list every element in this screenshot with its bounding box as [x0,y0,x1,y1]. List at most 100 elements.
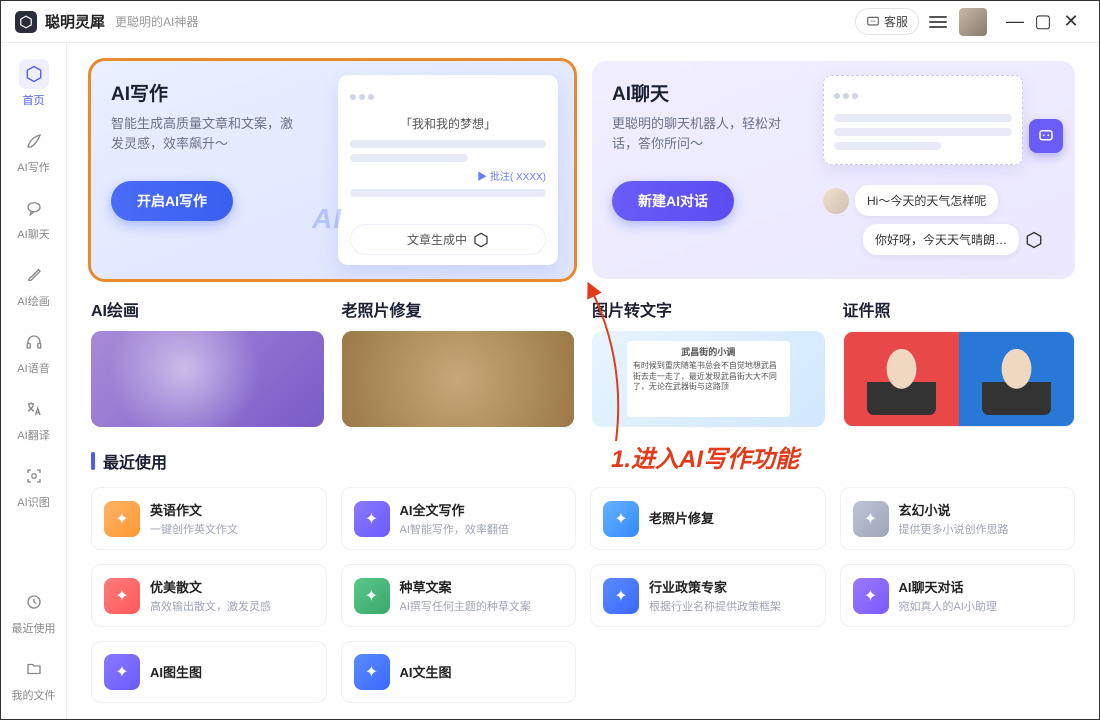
ocr-doc-body: 有时候到重庆随笔书总会不自觉地想武昌街去走一走了，最近发现武昌街大大不同了，无论… [633,361,784,392]
sidebar-item-writing[interactable]: AI写作 [1,120,66,181]
recent-item-sub: AI智能写作，效率翻倍 [400,521,509,537]
scan-icon [19,461,49,491]
start-writing-button[interactable]: 开启AI写作 [111,181,233,221]
sidebar-item-files[interactable]: 我的文件 [1,648,66,709]
recent-item-icon: ✦ [853,578,889,614]
sidebar-label: AI翻译 [17,427,49,443]
sidebar-item-voice[interactable]: AI语音 [1,321,66,382]
sidebar-label: 最近使用 [12,620,56,636]
recent-item-icon: ✦ [104,578,140,614]
support-button[interactable]: 客服 [855,8,919,35]
recent-item[interactable]: ✦ AI聊天对话 宛如真人的AI小助理 [840,564,1076,627]
tile-painting[interactable]: AI绘画 [91,297,324,427]
user-avatar[interactable] [959,8,987,36]
tile-idphoto[interactable]: 证件照 [843,297,1076,427]
brush-icon [19,260,49,290]
pen-icon [19,126,49,156]
recent-item[interactable]: ✦ 行业政策专家 根据行业名称提供政策框架 [590,564,826,627]
app-subtitle: 更聪明的AI神器 [115,13,198,30]
sidebar-item-recent[interactable]: 最近使用 [1,581,66,642]
chat-icon [19,193,49,223]
recent-item-sub: 根据行业名称提供政策框架 [649,598,781,614]
recent-item[interactable]: ✦ 老照片修复 [590,487,826,550]
recent-section-head: 最近使用 [91,449,1075,473]
tile-image [843,331,1076,427]
hexagon-icon [1025,231,1043,249]
recent-item-title: AI图生图 [150,662,202,681]
recent-item-sub: AI撰写任何主题的种草文案 [400,598,531,614]
recent-item[interactable]: ✦ 优美散文 高效输出散文，激发灵感 [91,564,327,627]
hero-card-chat[interactable]: AI聊天 更聪明的聊天机器人，轻松对话，答你所问～ 新建AI对话 [592,61,1075,279]
close-button[interactable]: ✕ [1057,11,1085,32]
writing-mock-preview: AI 「我和我的梦想」 ▶ 批注( XXXX) 文章生成中 [338,75,558,265]
menu-button[interactable] [929,13,947,31]
recent-item-icon: ✦ [104,501,140,537]
recent-item-icon: ✦ [104,654,140,690]
sidebar-label: AI写作 [17,159,49,175]
chat-bubble-icon [1029,119,1063,153]
recent-item[interactable]: ✦ AI全文写作 AI智能写作，效率翻倍 [341,487,577,550]
recent-item[interactable]: ✦ 玄幻小说 提供更多小说创作思路 [840,487,1076,550]
sidebar-item-home[interactable]: 首页 [1,53,66,114]
recent-item-title: 优美散文 [150,577,271,596]
tile-title: 老照片修复 [342,297,575,321]
sidebar-label: AI语音 [17,360,49,376]
recent-item[interactable]: ✦ 种草文案 AI撰写任何主题的种草文案 [341,564,577,627]
recent-item-icon: ✦ [354,578,390,614]
recent-item[interactable]: ✦ AI文生图 [341,641,577,703]
recent-item-sub: 提供更多小说创作思路 [899,521,1009,537]
recent-item-title: AI文生图 [400,662,452,681]
clock-icon [19,587,49,617]
recent-item[interactable]: ✦ 英语作文 一键创作英文作文 [91,487,327,550]
tile-title: 图片转文字 [592,297,825,321]
sidebar-item-chat[interactable]: AI聊天 [1,187,66,248]
sidebar-label: AI聊天 [17,226,49,242]
recent-item-title: AI聊天对话 [899,577,997,596]
recent-item-title: AI全文写作 [400,500,509,519]
recent-item-title: 老照片修复 [649,508,714,527]
app-name: 聪明灵犀 [45,11,105,32]
folder-icon [19,654,49,684]
hexagon-icon [473,232,489,248]
recent-item-icon: ✦ [354,654,390,690]
ocr-doc-title: 武昌街的小调 [633,347,784,359]
section-title: 最近使用 [103,449,167,473]
chat-bubble: Hi～今天的天气怎样呢 [855,185,998,216]
sidebar-label: 首页 [23,92,45,108]
tile-ocr[interactable]: 图片转文字 武昌街的小调 有时候到重庆随笔书总会不自觉地想武昌街去走一走了，最近… [592,297,825,427]
main-content: AI写作 智能生成高质量文章和文案，激发灵感，效率飙升～ 开启AI写作 AI 「… [67,43,1099,719]
support-label: 客服 [884,13,908,30]
sidebar-item-painting[interactable]: AI绘画 [1,254,66,315]
new-chat-button[interactable]: 新建AI对话 [612,181,734,221]
app-logo [15,11,37,33]
tile-image: 武昌街的小调 有时候到重庆随笔书总会不自觉地想武昌街去走一走了，最近发现武昌街大… [592,331,825,427]
recent-grid: ✦ 英语作文 一键创作英文作文 ✦ AI全文写作 AI智能写作，效率翻倍 ✦ 老… [91,487,1075,703]
sidebar-item-translate[interactable]: AI翻译 [1,388,66,449]
bot-avatar-icon [823,188,849,214]
sidebar-item-ocr[interactable]: AI识图 [1,455,66,516]
recent-item-title: 种草文案 [400,577,531,596]
tile-title: AI绘画 [91,297,324,321]
chat-icon [866,15,880,29]
chat-mock-preview: Hi～今天的天气怎样呢 你好呀，今天天气晴朗… [823,75,1063,255]
maximize-button[interactable]: ▢ [1029,11,1057,32]
recent-item-title: 英语作文 [150,500,238,519]
mock-footer: 文章生成中 [350,224,546,255]
recent-item-sub: 一键创作英文作文 [150,521,238,537]
recent-item[interactable]: ✦ AI图生图 [91,641,327,703]
hero-card-writing[interactable]: AI写作 智能生成高质量文章和文案，激发灵感，效率飙升～ 开启AI写作 AI 「… [91,61,574,279]
tile-photo-restore[interactable]: 老照片修复 [342,297,575,427]
recent-item-icon: ✦ [354,501,390,537]
ai-badge: AI [312,203,342,235]
minimize-button[interactable]: — [1001,11,1029,32]
headphone-icon [19,327,49,357]
tile-title: 证件照 [843,297,1076,321]
recent-item-icon: ✦ [853,501,889,537]
recent-item-sub: 宛如真人的AI小助理 [899,598,997,614]
home-icon [19,59,49,89]
sidebar-label: AI绘画 [17,293,49,309]
tile-image [342,331,575,427]
sidebar-label: 我的文件 [12,687,56,703]
recent-item-title: 行业政策专家 [649,577,781,596]
sidebar: 首页 AI写作 AI聊天 AI绘画 AI语音 AI翻译 AI识图 最 [1,43,67,719]
